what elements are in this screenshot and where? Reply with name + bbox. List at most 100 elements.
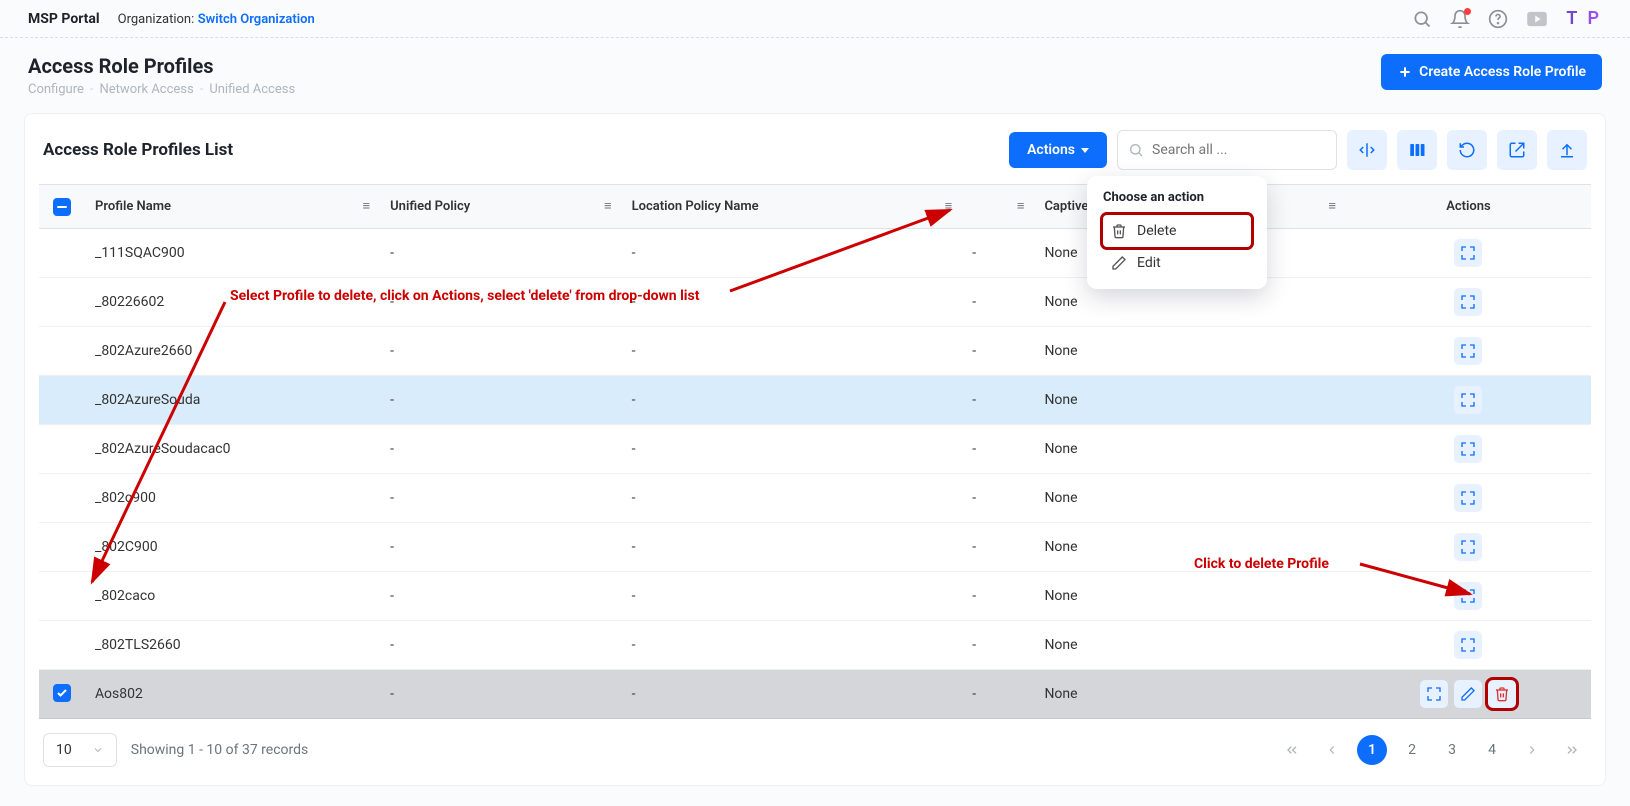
cell-location: - xyxy=(622,522,963,571)
trash-icon xyxy=(1111,223,1127,239)
cell-captive: None xyxy=(1034,571,1345,620)
crumb-network-access[interactable]: Network Access xyxy=(100,82,194,97)
row-checkbox[interactable] xyxy=(53,536,71,554)
expand-icon[interactable] xyxy=(1454,386,1482,414)
create-profile-button[interactable]: Create Access Role Profile xyxy=(1381,54,1602,90)
cell-c4: - xyxy=(962,473,1034,522)
row-actions xyxy=(1356,484,1581,512)
bell-icon[interactable] xyxy=(1450,9,1470,29)
page-first[interactable] xyxy=(1277,735,1307,765)
chevron-down-icon xyxy=(1081,148,1089,153)
row-checkbox[interactable] xyxy=(53,291,71,309)
dropdown-edit[interactable]: Edit xyxy=(1103,247,1251,279)
row-actions xyxy=(1356,386,1581,414)
cell-c4: - xyxy=(962,522,1034,571)
expand-icon[interactable] xyxy=(1454,435,1482,463)
cell-c4: - xyxy=(962,326,1034,375)
crumb-configure[interactable]: Configure xyxy=(28,82,84,97)
columns-button[interactable] xyxy=(1397,130,1437,170)
table-row[interactable]: _802caco---None xyxy=(39,571,1591,620)
profiles-table: Profile Name ≡ Unified Policy ≡ Location… xyxy=(39,184,1591,719)
page-prev[interactable] xyxy=(1317,735,1347,765)
list-card: Access Role Profiles List Actions xyxy=(24,113,1606,786)
page-next[interactable] xyxy=(1517,735,1547,765)
row-checkbox[interactable] xyxy=(53,487,71,505)
expand-icon[interactable] xyxy=(1454,484,1482,512)
expand-icon[interactable] xyxy=(1454,631,1482,659)
cell-captive: None xyxy=(1034,424,1345,473)
actions-button-label: Actions xyxy=(1027,142,1075,158)
row-checkbox[interactable] xyxy=(53,340,71,358)
table-row[interactable]: _802C900---None xyxy=(39,522,1591,571)
page-last[interactable] xyxy=(1557,735,1587,765)
page-4[interactable]: 4 xyxy=(1477,735,1507,765)
cell-location: - xyxy=(622,228,963,277)
records-label: Showing 1 - 10 of 37 records xyxy=(131,742,309,758)
avatar[interactable]: T P xyxy=(1566,8,1602,29)
cell-unified: - xyxy=(380,669,621,718)
page-2[interactable]: 2 xyxy=(1397,735,1427,765)
col-profile-name[interactable]: Profile Name xyxy=(85,185,350,229)
expand-icon[interactable] xyxy=(1420,680,1448,708)
row-checkbox[interactable] xyxy=(53,634,71,652)
refresh-button[interactable] xyxy=(1447,130,1487,170)
cell-unified: - xyxy=(380,620,621,669)
expand-icon[interactable] xyxy=(1454,582,1482,610)
cell-location: - xyxy=(622,669,963,718)
page-size-select[interactable]: 10 xyxy=(43,733,117,767)
expand-icon[interactable] xyxy=(1454,239,1482,267)
table-row[interactable]: Aos802---None xyxy=(39,669,1591,718)
video-icon[interactable] xyxy=(1526,11,1548,27)
cell-location: - xyxy=(622,424,963,473)
table-row[interactable]: _802Azure2660---None xyxy=(39,326,1591,375)
upload-button[interactable] xyxy=(1547,130,1587,170)
help-icon[interactable] xyxy=(1488,9,1508,29)
switch-org-link[interactable]: Switch Organization xyxy=(198,12,315,27)
select-all-checkbox[interactable] xyxy=(53,198,71,216)
cell-profile-name: _802caco xyxy=(85,571,380,620)
crumb-unified-access[interactable]: Unified Access xyxy=(209,82,295,97)
breadcrumb: Configure- Network Access- Unified Acces… xyxy=(28,82,295,97)
trash-icon[interactable] xyxy=(1488,680,1516,708)
page-3[interactable]: 3 xyxy=(1437,735,1467,765)
cell-c4: - xyxy=(962,669,1034,718)
cell-c4: - xyxy=(962,424,1034,473)
export-button[interactable] xyxy=(1497,130,1537,170)
table-row[interactable]: _802AzureSoudacac0---None xyxy=(39,424,1591,473)
dropdown-delete[interactable]: Delete xyxy=(1103,215,1251,247)
expand-icon[interactable] xyxy=(1454,533,1482,561)
edit-icon[interactable] xyxy=(1454,680,1482,708)
col-menu-icon[interactable]: ≡ xyxy=(1017,199,1025,214)
search-icon[interactable] xyxy=(1412,9,1432,29)
table-row[interactable]: _80226602---None xyxy=(39,277,1591,326)
actions-button[interactable]: Actions xyxy=(1009,132,1107,168)
page-1[interactable]: 1 xyxy=(1357,735,1387,765)
col-hidden[interactable] xyxy=(962,185,1004,229)
expand-icon[interactable] xyxy=(1454,288,1482,316)
search-input[interactable] xyxy=(1150,141,1332,159)
cell-location: - xyxy=(622,473,963,522)
col-menu-icon[interactable]: ≡ xyxy=(604,199,612,214)
col-menu-icon[interactable]: ≡ xyxy=(1328,199,1336,214)
row-checkbox[interactable] xyxy=(53,389,71,407)
table-row[interactable]: _111SQAC900---None xyxy=(39,228,1591,277)
table-row[interactable]: _802AzureSouda---None xyxy=(39,375,1591,424)
col-location-policy[interactable]: Location Policy Name xyxy=(622,185,933,229)
fit-columns-button[interactable] xyxy=(1347,130,1387,170)
col-menu-icon[interactable]: ≡ xyxy=(363,199,371,214)
table-row[interactable]: _802c900---None xyxy=(39,473,1591,522)
row-actions xyxy=(1356,582,1581,610)
chevron-down-icon xyxy=(92,744,104,756)
row-checkbox[interactable] xyxy=(53,438,71,456)
col-menu-icon[interactable]: ≡ xyxy=(945,199,953,214)
table-row[interactable]: _802TLS2660---None xyxy=(39,620,1591,669)
row-checkbox[interactable] xyxy=(53,585,71,603)
expand-icon[interactable] xyxy=(1454,337,1482,365)
dropdown-title: Choose an action xyxy=(1103,190,1251,205)
col-unified-policy[interactable]: Unified Policy xyxy=(380,185,591,229)
table-footer: 10 Showing 1 - 10 of 37 records 1234 xyxy=(39,733,1591,767)
row-checkbox[interactable] xyxy=(53,684,71,702)
row-checkbox[interactable] xyxy=(53,242,71,260)
dropdown-delete-label: Delete xyxy=(1137,223,1176,239)
search-input-wrap[interactable] xyxy=(1117,130,1337,170)
